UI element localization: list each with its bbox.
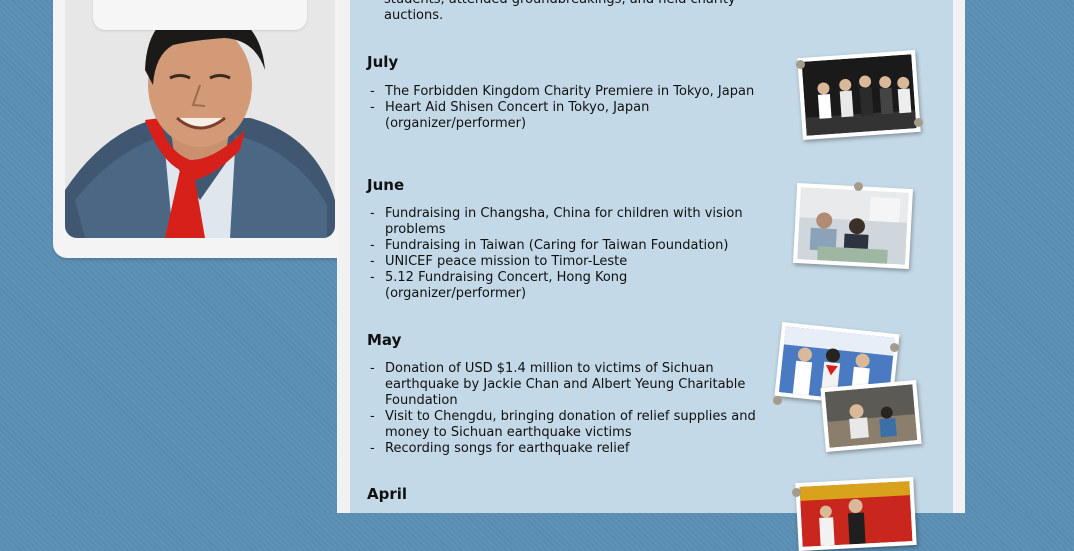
list-item: UNICEF peace mission to Timor-Leste xyxy=(370,254,765,270)
events-list-july: The Forbidden Kingdom Charity Premiere i… xyxy=(370,84,765,132)
profile-photo-frame xyxy=(65,0,335,238)
photo-pin xyxy=(773,396,782,405)
list-item: Recording songs for earthquake relief xyxy=(370,441,765,457)
list-item: Visit to Chengdu, bringing donation of r… xyxy=(370,409,765,441)
list-item: Heart Aid Shisen Concert in Tokyo, Japan… xyxy=(370,100,765,132)
month-heading-may: May xyxy=(367,331,402,349)
photo-pin xyxy=(890,343,899,352)
events-list-may: Donation of USD $1.4 million to victims … xyxy=(370,361,765,457)
photo-pin xyxy=(854,182,863,191)
list-item: 5.12 Fundraising Concert, Hong Kong (org… xyxy=(370,270,765,302)
photo-pin xyxy=(796,60,805,69)
photo-pin xyxy=(792,488,801,497)
list-item: Fundraising in Changsha, China for child… xyxy=(370,206,765,238)
profile-portrait xyxy=(65,0,335,238)
events-list-june: Fundraising in Changsha, China for child… xyxy=(370,206,765,302)
photo-pin xyxy=(914,118,923,127)
photo-may-chengdu xyxy=(820,379,922,453)
intro-text: students, attended groundbreakings, and … xyxy=(384,0,736,23)
month-heading-april: April xyxy=(367,485,408,503)
photo-june-changsha xyxy=(792,183,914,269)
month-heading-june: June xyxy=(367,176,405,194)
photo-april-event xyxy=(795,476,917,551)
list-item: Fundraising in Taiwan (Caring for Taiwan… xyxy=(370,238,765,254)
photo-july-premiere xyxy=(797,49,921,141)
list-item: The Forbidden Kingdom Charity Premiere i… xyxy=(370,84,765,100)
month-heading-july: July xyxy=(367,53,399,71)
list-item: Donation of USD $1.4 million to victims … xyxy=(370,361,765,409)
photo-top-tab xyxy=(93,0,307,30)
